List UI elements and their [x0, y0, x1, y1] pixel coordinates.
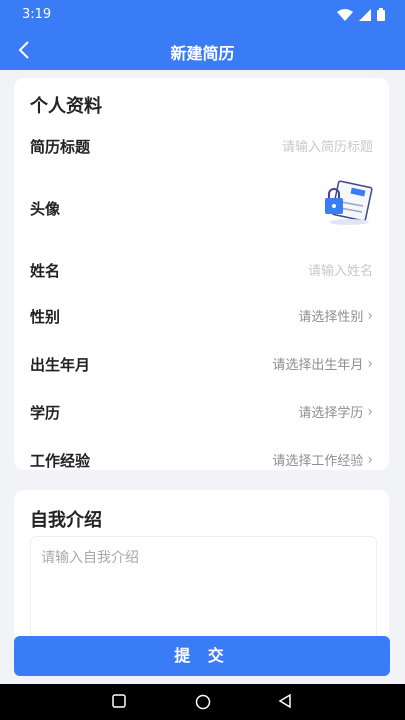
- chevron-right-icon: ›: [367, 307, 373, 324]
- intro-section-title: 自我介绍: [30, 510, 102, 531]
- gender-row[interactable]: 性别 请选择性别 ›: [14, 294, 389, 338]
- name-label: 姓名: [30, 262, 61, 280]
- status-icons: [337, 8, 385, 21]
- experience-select[interactable]: 请选择工作经验 ›: [272, 450, 373, 470]
- gender-select-text: 请选择性别: [298, 310, 364, 325]
- birth-row[interactable]: 出生年月 请选择出生年月 ›: [14, 342, 389, 386]
- intro-textarea[interactable]: 请输入自我介绍: [30, 536, 377, 642]
- education-label: 学历: [30, 404, 61, 422]
- education-select-text: 请选择学历: [298, 406, 364, 421]
- resume-title-input[interactable]: 请输入简历标题: [282, 136, 373, 155]
- home-icon[interactable]: [195, 694, 211, 710]
- signal-icon: [359, 8, 371, 21]
- page-title: 新建简历: [170, 44, 235, 63]
- battery-icon: [377, 8, 385, 21]
- name-row[interactable]: 姓名 请输入姓名: [14, 248, 389, 292]
- chevron-right-icon: ›: [367, 403, 373, 420]
- birth-label: 出生年月: [30, 356, 91, 374]
- submit-button[interactable]: 提 交: [14, 636, 390, 676]
- back-icon[interactable]: [278, 694, 292, 708]
- personal-section-title: 个人资料: [30, 96, 102, 117]
- birth-select-text: 请选择出生年月: [272, 358, 364, 373]
- chevron-right-icon: ›: [367, 451, 373, 468]
- experience-row[interactable]: 工作经验 请选择工作经验 ›: [14, 438, 389, 482]
- status-bar: 3:19: [0, 0, 405, 30]
- education-row[interactable]: 学历 请选择学历 ›: [14, 390, 389, 434]
- experience-select-text: 请选择工作经验: [272, 454, 364, 469]
- gender-select[interactable]: 请选择性别 ›: [298, 306, 373, 326]
- wifi-icon: [337, 8, 353, 21]
- header: 新建简历: [0, 30, 405, 70]
- education-select[interactable]: 请选择学历 ›: [298, 402, 373, 422]
- system-nav-bar: [0, 684, 405, 720]
- avatar-row[interactable]: 头像: [14, 180, 389, 230]
- gender-label: 性别: [30, 308, 61, 326]
- name-input[interactable]: 请输入姓名: [308, 260, 373, 279]
- avatar-label: 头像: [30, 200, 61, 218]
- birth-select[interactable]: 请选择出生年月 ›: [272, 354, 373, 374]
- status-time: 3:19: [22, 7, 52, 22]
- resume-title-label: 简历标题: [30, 138, 91, 156]
- experience-label: 工作经验: [30, 452, 91, 470]
- intro-placeholder: 请输入自我介绍: [41, 550, 139, 566]
- resume-title-row[interactable]: 简历标题 请输入简历标题: [14, 124, 389, 168]
- chevron-right-icon: ›: [367, 355, 373, 372]
- personal-info-card: 个人资料 简历标题 请输入简历标题 头像 姓名 请输入姓名 性别 请选择性别 ›…: [14, 78, 389, 470]
- intro-card: 自我介绍 请输入自我介绍: [14, 490, 389, 642]
- avatar-illustration-icon[interactable]: [319, 180, 375, 226]
- recent-apps-icon[interactable]: [112, 694, 126, 708]
